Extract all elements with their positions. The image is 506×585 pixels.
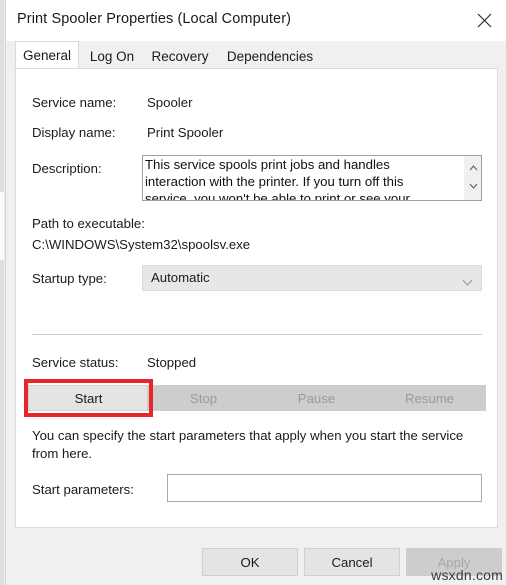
path-to-executable-label: Path to executable: xyxy=(32,216,145,231)
scroll-up-button[interactable] xyxy=(465,159,481,176)
background-window-sliver-light xyxy=(0,192,4,260)
print-spooler-properties-dialog: Print Spooler Properties (Local Computer… xyxy=(5,0,506,585)
tab-log-on-label: Log On xyxy=(89,48,135,64)
desktop-background: Print Spooler Properties (Local Computer… xyxy=(0,0,506,585)
stop-button-label: Stop xyxy=(189,390,218,406)
tab-general-label: General xyxy=(22,48,72,63)
tab-strip: General Log On Recovery Dependencies xyxy=(6,41,506,69)
start-button[interactable]: Start xyxy=(28,385,149,411)
tab-general[interactable]: General xyxy=(15,41,79,69)
title-bar: Print Spooler Properties (Local Computer… xyxy=(6,0,506,41)
stop-button: Stop xyxy=(147,385,260,411)
window-title: Print Spooler Properties (Local Computer… xyxy=(17,11,292,27)
service-status-label: Service status: xyxy=(32,355,119,370)
background-window-sliver xyxy=(0,0,4,585)
start-parameters-help-text: You can specify the start parameters tha… xyxy=(32,428,464,461)
tab-log-on[interactable]: Log On xyxy=(82,44,142,68)
close-button[interactable] xyxy=(462,0,506,41)
startup-type-value: Automatic xyxy=(151,270,210,285)
start-button-label: Start xyxy=(74,390,103,406)
description-text: This service spools print jobs and handl… xyxy=(145,157,410,201)
section-divider xyxy=(32,334,482,335)
description-textarea[interactable]: This service spools print jobs and handl… xyxy=(142,155,482,201)
description-label: Description: xyxy=(32,161,102,176)
start-parameters-input[interactable] xyxy=(167,474,482,502)
chevron-down-icon xyxy=(469,183,478,189)
service-name-label: Service name: xyxy=(32,95,117,110)
pause-button-label: Pause xyxy=(297,390,336,406)
service-name-value: Spooler xyxy=(147,95,193,110)
tab-recovery-label: Recovery xyxy=(151,48,209,64)
close-icon xyxy=(477,13,492,28)
cancel-button-label: Cancel xyxy=(331,554,373,570)
startup-type-label: Startup type: xyxy=(32,271,107,286)
chevron-down-icon xyxy=(462,273,473,291)
path-to-executable-value: C:\WINDOWS\System32\spoolsv.exe xyxy=(32,237,251,252)
tab-dependencies[interactable]: Dependencies xyxy=(218,44,322,68)
tab-dependencies-label: Dependencies xyxy=(226,48,314,64)
service-status-value: Stopped xyxy=(147,355,197,370)
description-scrollbar[interactable] xyxy=(464,156,481,200)
startup-type-dropdown[interactable]: Automatic xyxy=(142,265,482,291)
display-name-label: Display name: xyxy=(32,125,116,140)
start-parameters-label: Start parameters: xyxy=(32,482,134,497)
scroll-down-button[interactable] xyxy=(465,177,481,194)
chevron-up-icon xyxy=(469,164,478,170)
cancel-button[interactable]: Cancel xyxy=(304,548,400,576)
pause-button: Pause xyxy=(260,385,373,411)
tab-recovery[interactable]: Recovery xyxy=(142,44,218,68)
ok-button[interactable]: OK xyxy=(202,548,298,576)
watermark: wsxdn.com xyxy=(431,567,503,583)
resume-button-label: Resume xyxy=(404,390,455,406)
resume-button: Resume xyxy=(373,385,486,411)
display-name-value: Print Spooler xyxy=(147,125,224,140)
ok-button-label: OK xyxy=(240,554,260,570)
